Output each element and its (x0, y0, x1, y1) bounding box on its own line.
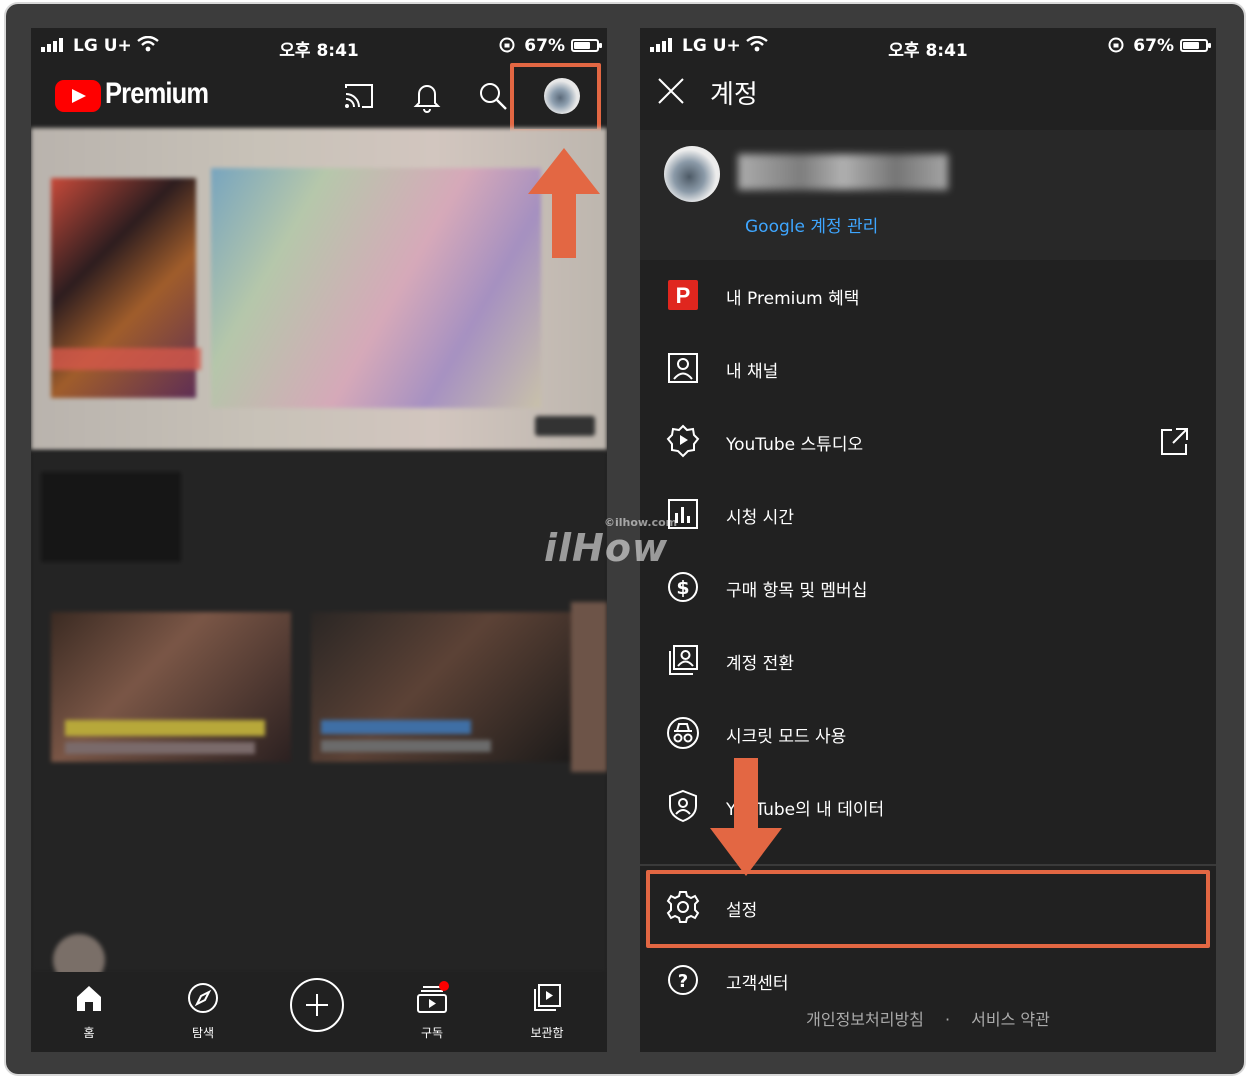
svg-text:$: $ (676, 577, 689, 599)
manage-google-account-link[interactable]: Google 계정 관리 (745, 212, 878, 237)
account-name-blurred (738, 154, 948, 190)
orientation-lock-icon (499, 37, 515, 53)
menu-item-youtube-studio[interactable]: YouTube 스튜디오 (640, 406, 1216, 479)
nav-subscriptions[interactable]: 구독 (387, 972, 477, 1052)
nav-home-label: 홈 (83, 1026, 95, 1040)
home-icon (77, 986, 101, 1011)
highlight-box-avatar (510, 63, 601, 133)
library-icon (534, 984, 561, 1011)
footer-links: 개인정보처리방침 · 서비스 약관 (640, 998, 1216, 1052)
svg-text:?: ? (678, 971, 688, 992)
nav-library[interactable]: 보관함 (502, 972, 592, 1052)
clock: 오후 8:41 (279, 41, 359, 61)
switch-account-icon (669, 645, 698, 675)
watermark-big: ilHow (544, 526, 669, 570)
nav-subscriptions-label: 구독 (420, 1026, 444, 1040)
bottom-navigation: 홈 탐색 구독 보관함 (31, 972, 607, 1052)
bell-icon[interactable] (409, 78, 445, 114)
video-thumbnail-blurred[interactable] (31, 128, 607, 450)
highlight-box-settings (646, 870, 1210, 948)
logo-text: Premium (105, 77, 209, 110)
external-link-icon (1161, 428, 1188, 455)
help-icon: ? (668, 965, 698, 995)
status-bar: LG U+ 오후 8:41 67% (31, 28, 607, 64)
youtube-logo-icon[interactable] (55, 80, 101, 112)
svg-text:P: P (676, 283, 691, 308)
premium-icon: P (668, 280, 698, 310)
menu-item-label: 고객센터 (726, 974, 789, 994)
nav-home[interactable]: 홈 (44, 972, 134, 1052)
orientation-lock-icon (1108, 37, 1124, 53)
cast-icon[interactable] (341, 78, 377, 114)
battery-icon (1180, 39, 1211, 52)
avatar (664, 146, 720, 202)
menu-item-switch-account[interactable]: 계정 전환 (640, 625, 1216, 698)
battery-percent: 67% (524, 36, 565, 56)
create-button[interactable] (290, 978, 344, 1032)
menu-item-label: 계정 전환 (726, 654, 794, 674)
subscriptions-icon (417, 981, 449, 1013)
menu-item-label: 내 Premium 혜택 (726, 289, 860, 309)
clock: 오후 8:41 (888, 41, 968, 61)
menu-item-label: 구매 항목 및 멤버십 (726, 581, 868, 601)
nav-library-label: 보관함 (530, 1026, 564, 1040)
youtube-home-screen: LG U+ 오후 8:41 67% Premium 홈 탐색 구독 보관함 (31, 28, 607, 1052)
compass-icon (188, 983, 218, 1013)
page-title: 계정 (710, 80, 758, 110)
shield-person-icon (669, 789, 697, 823)
status-bar: LG U+ 오후 8:41 67% (640, 28, 1216, 64)
account-screen: LG U+ 오후 8:41 67% 계정 Google 계정 관리 P 내 Pr… (640, 28, 1216, 1052)
privacy-policy-link[interactable]: 개인정보처리방침 (806, 1010, 924, 1029)
incognito-icon (667, 717, 699, 749)
battery-percent: 67% (1133, 36, 1174, 56)
footer-separator: · (944, 1010, 951, 1029)
nav-explore[interactable]: 탐색 (158, 972, 248, 1052)
menu-item-premium-benefits[interactable]: P 내 Premium 혜택 (640, 260, 1216, 333)
battery-icon (571, 39, 602, 52)
menu-item-purchases[interactable]: $ 구매 항목 및 멤버십 (640, 552, 1216, 625)
menu-item-label: YouTube 스튜디오 (726, 435, 864, 455)
account-header: 계정 (640, 64, 1216, 130)
arrow-up-annotation (528, 148, 600, 258)
menu-item-label: 내 채널 (726, 362, 779, 382)
watermark: ©ilhow.com ilHow (544, 516, 724, 576)
arrow-down-annotation (710, 758, 782, 876)
menu-item-label: 시청 시간 (726, 508, 794, 528)
menu-item-watch-time[interactable]: 시청 시간 (640, 479, 1216, 552)
nav-explore-label: 탐색 (191, 1026, 215, 1040)
studio-icon (666, 424, 700, 458)
menu-item-label: 시크릿 모드 사용 (726, 727, 847, 747)
search-icon[interactable] (475, 78, 511, 114)
close-icon[interactable] (656, 76, 686, 106)
video-feed-blurred[interactable] (31, 452, 607, 972)
channel-icon (668, 353, 698, 383)
profile-section: Google 계정 관리 (640, 130, 1216, 260)
menu-item-my-channel[interactable]: 내 채널 (640, 333, 1216, 406)
terms-of-service-link[interactable]: 서비스 약관 (971, 1010, 1050, 1029)
